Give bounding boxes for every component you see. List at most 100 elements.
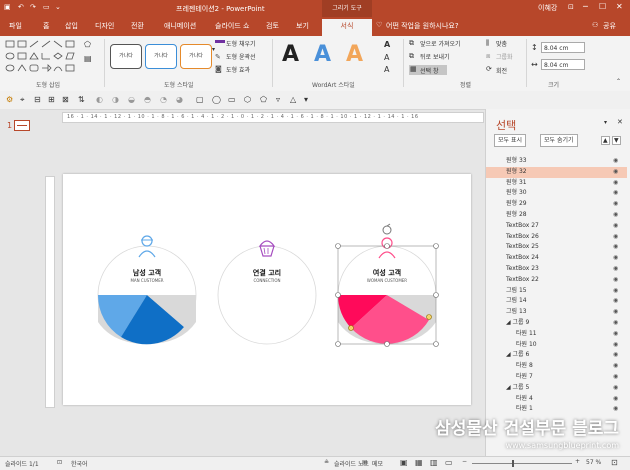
save-icon[interactable]: ▣ — [4, 3, 11, 11]
woman-title[interactable]: 여성 고객 — [365, 268, 409, 278]
user-name[interactable]: 이혜강 — [538, 3, 557, 13]
node-icon[interactable]: ⌖ — [20, 95, 25, 105]
selection-list-item[interactable]: 원형 31 ◉ — [486, 178, 627, 189]
text-fill-icon[interactable]: A — [384, 40, 390, 49]
tab-transitions[interactable]: 전환 — [131, 21, 144, 31]
undo-icon[interactable]: ↶ — [18, 3, 24, 11]
edit-shape-icon[interactable]: ⬠ — [84, 40, 91, 49]
horizontal-ruler[interactable]: 16 · 1 · 14 · 1 · 12 · 1 · 10 · 1 · 8 · … — [62, 112, 484, 123]
visibility-eye-icon[interactable]: ◉ — [613, 221, 618, 232]
visibility-eye-icon[interactable]: ◉ — [613, 156, 618, 167]
pane-options-icon[interactable]: ▾ — [604, 119, 607, 126]
tab-review[interactable]: 검토 — [266, 21, 279, 31]
reading-view-icon[interactable]: ▥ — [430, 458, 438, 467]
selection-list-item[interactable]: TextBox 23 ◉ — [486, 264, 627, 275]
selection-list-item[interactable]: 원형 30 ◉ — [486, 188, 627, 199]
merge-icon[interactable]: ◐ — [96, 95, 103, 104]
customize-qat-icon[interactable]: ⌄ — [55, 3, 61, 11]
rotate-button[interactable]: 회전 — [496, 66, 507, 75]
visibility-eye-icon[interactable]: ◉ — [613, 372, 618, 383]
tab-insert[interactable]: 삽입 — [65, 21, 78, 31]
group-button[interactable]: 그룹화 — [496, 52, 513, 61]
visibility-eye-icon[interactable]: ◉ — [613, 178, 618, 189]
visibility-eye-icon[interactable]: ◉ — [613, 210, 618, 221]
visibility-eye-icon[interactable]: ◉ — [613, 167, 618, 178]
selection-list-item[interactable]: 원형 28 ◉ — [486, 210, 627, 221]
selection-list-item[interactable]: ◢ 그룹 6 ◉ — [486, 350, 627, 361]
pentagon-icon[interactable]: ⬠ — [260, 95, 267, 104]
selection-list-item[interactable]: 그림 14 ◉ — [486, 296, 627, 307]
share-icon[interactable]: ⚇ — [592, 21, 598, 29]
selection-list-item[interactable]: TextBox 26 ◉ — [486, 232, 627, 243]
zoom-slider-thumb[interactable] — [512, 460, 514, 467]
oval-shape-icon[interactable]: ◯ — [212, 95, 221, 104]
ribbon-display-icon[interactable]: ⊡ — [568, 3, 574, 11]
fragment-icon[interactable]: ◓ — [144, 95, 151, 104]
format-painter-icon[interactable]: ⚙ — [6, 95, 13, 104]
tab-file[interactable]: 파일 — [9, 21, 22, 31]
visibility-eye-icon[interactable]: ◉ — [613, 296, 618, 307]
selection-pane-button[interactable]: 선택 창 — [420, 66, 438, 75]
tab-view[interactable]: 보기 — [296, 21, 309, 31]
selection-list-item[interactable]: 원형 29 ◉ — [486, 199, 627, 210]
selection-list-item[interactable]: 그림 13 ◉ — [486, 307, 627, 318]
wordart-style-orange[interactable]: A — [346, 42, 363, 67]
visibility-eye-icon[interactable]: ◉ — [613, 350, 618, 361]
normal-view-icon[interactable]: ▣ — [400, 458, 408, 467]
redo-icon[interactable]: ↷ — [30, 3, 36, 11]
selection-list-item[interactable]: 타원 11 ◉ — [486, 329, 627, 340]
rotate-handle-icon[interactable] — [382, 223, 392, 235]
visibility-eye-icon[interactable]: ◉ — [613, 361, 618, 372]
zoom-in-icon[interactable]: + — [575, 458, 580, 465]
visibility-eye-icon[interactable]: ◉ — [613, 275, 618, 286]
text-effects-icon[interactable]: A — [384, 65, 389, 74]
align-center-icon[interactable]: ⊠ — [62, 95, 69, 104]
height-input[interactable]: 8.04 cm — [541, 42, 585, 53]
align-left-icon[interactable]: ⊟ — [34, 95, 41, 104]
comments-button[interactable]: 메모 — [372, 459, 383, 468]
visibility-eye-icon[interactable]: ◉ — [613, 383, 618, 394]
width-input[interactable]: 8.04 cm — [541, 59, 585, 70]
close-icon[interactable]: ✕ — [616, 2, 623, 11]
slideshow-view-icon[interactable]: ▭ — [445, 458, 453, 467]
visibility-eye-icon[interactable]: ◉ — [613, 253, 618, 264]
maximize-icon[interactable]: ☐ — [599, 2, 606, 11]
align-button[interactable]: 맞춤 — [496, 39, 507, 48]
subtract-icon[interactable]: ◕ — [176, 95, 183, 104]
selection-list-item[interactable]: 타원 10 ◉ — [486, 340, 627, 351]
slide-canvas[interactable]: 남성 고객 MAN CUSTOMER 연결 고리 CONNECTION 여성 고… — [63, 174, 471, 405]
selection-list-item[interactable]: TextBox 27 ◉ — [486, 221, 627, 232]
shape-style-2[interactable]: 가나다 — [145, 44, 177, 69]
language-indicator[interactable]: 한국어 — [71, 459, 88, 468]
show-all-button[interactable]: 모두 표시 — [494, 134, 526, 147]
tab-home[interactable]: 홈 — [43, 21, 49, 31]
visibility-eye-icon[interactable]: ◉ — [613, 340, 618, 351]
woman-subtitle[interactable]: WOMAN CUSTOMER — [359, 278, 415, 283]
spellcheck-icon[interactable]: ⊡ — [57, 459, 62, 466]
collapse-ribbon-icon[interactable]: ⌃ — [616, 78, 621, 85]
shape-style-1[interactable]: 가나다 — [110, 44, 142, 69]
share-button[interactable]: 공유 — [603, 21, 616, 31]
rect-shape-icon[interactable]: ▢ — [196, 95, 204, 104]
send-backward-button[interactable]: 뒤로 보내기 — [420, 52, 450, 61]
text-box-icon[interactable]: ▤ — [84, 54, 92, 63]
gallery-more-icon[interactable]: ▾ — [212, 46, 215, 53]
shape-style-3[interactable]: 가나다 — [180, 44, 212, 69]
tab-design[interactable]: 디자인 — [95, 21, 114, 31]
visibility-eye-icon[interactable]: ◉ — [613, 286, 618, 297]
shape-outline-button[interactable]: 도형 윤곽선 — [226, 52, 256, 61]
pane-close-icon[interactable]: ✕ — [617, 118, 623, 126]
visibility-eye-icon[interactable]: ◉ — [613, 264, 618, 275]
visibility-eye-icon[interactable]: ◉ — [613, 199, 618, 210]
man-title[interactable]: 남성 고객 — [125, 268, 169, 278]
selection-list-item[interactable]: ◢ 그룹 5 ◉ — [486, 383, 627, 394]
bring-forward-button[interactable]: 앞으로 가져오기 — [420, 39, 461, 48]
hexagon-icon[interactable]: ⬡ — [244, 95, 251, 104]
triangle-icon[interactable]: △ — [290, 95, 296, 104]
combine-icon[interactable]: ◒ — [128, 95, 135, 104]
shape-fill-button[interactable]: 도형 채우기 — [226, 39, 256, 48]
wordart-style-blue[interactable]: A — [314, 42, 331, 67]
minimize-icon[interactable]: ─ — [583, 2, 588, 11]
selection-list-item[interactable]: 타원 8 ◉ — [486, 361, 627, 372]
dropdown-icon[interactable]: ▾ — [304, 95, 308, 104]
